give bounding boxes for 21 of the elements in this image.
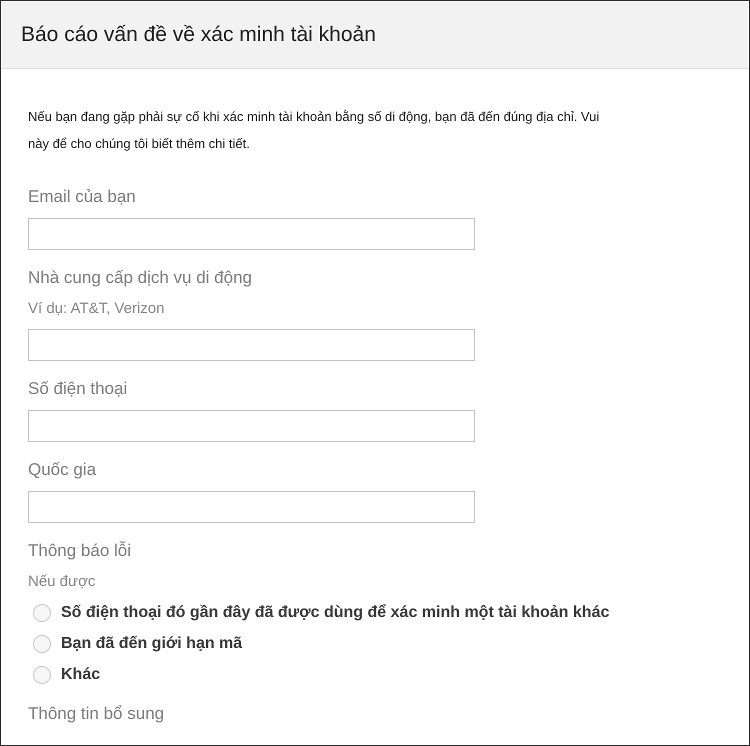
field-label: Nhà cung cấp dịch vụ di động <box>28 268 252 288</box>
field-label: Quốc gia <box>28 460 96 480</box>
field-label: Thông tin bổ sung <box>28 704 164 724</box>
radio-label: Bạn đã đến giới hạn mã <box>61 634 242 654</box>
input-field[interactable] <box>28 410 475 442</box>
field-hint: Ví dụ: AT&T, Verizon <box>28 300 164 318</box>
input-field[interactable] <box>28 491 475 523</box>
radio-label: Khác <box>61 665 100 685</box>
intro-text: Nếu bạn đang gặp phải sự cố khi xác minh tài khoản bằng số di động, bạn đã đến đúng địa chỉ. Vui <box>28 108 600 126</box>
dialog-title: Báo cáo vấn đề về xác minh tài khoản <box>21 22 376 48</box>
field-label: Email của bạn <box>28 187 136 207</box>
field-label: Thông báo lỗi <box>28 541 132 561</box>
radio-button[interactable] <box>33 635 51 653</box>
field-label: Số điện thoại <box>28 379 128 399</box>
radio-button[interactable] <box>33 666 51 684</box>
intro-text: này để cho chúng tôi biết thêm chi tiết. <box>28 135 251 153</box>
input-field[interactable] <box>28 218 475 250</box>
input-field[interactable] <box>28 329 475 361</box>
radio-button[interactable] <box>33 604 51 622</box>
field-hint: Nếu được <box>28 573 96 591</box>
radio-label: Số điện thoại đó gần đây đã được dùng để xác minh một tài khoản khác <box>61 603 610 623</box>
